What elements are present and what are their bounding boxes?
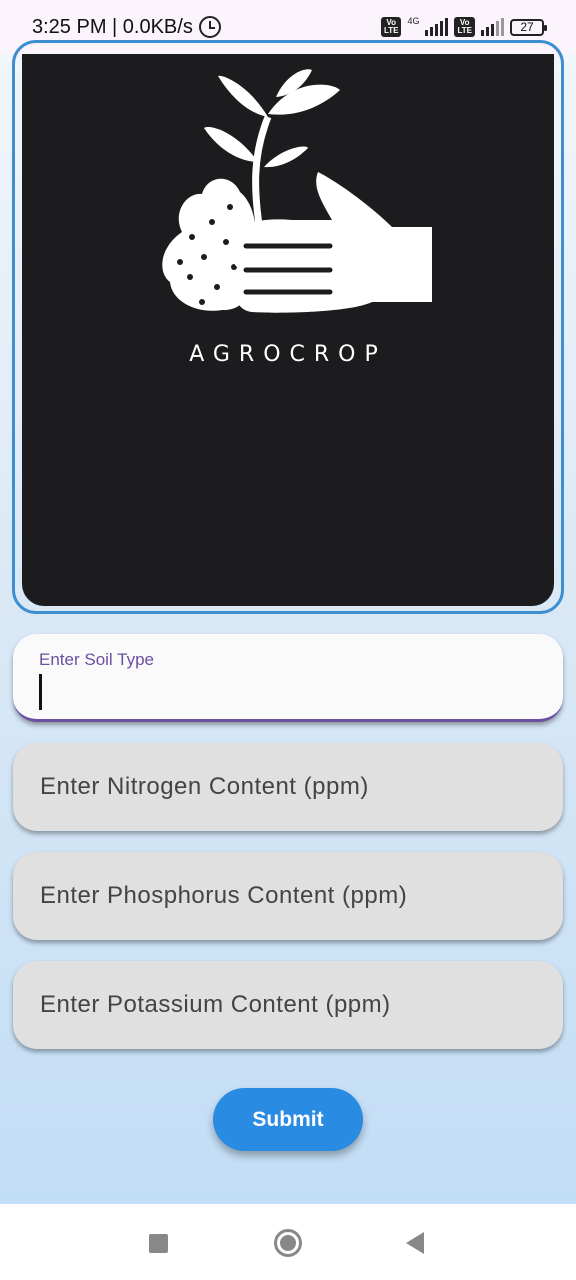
- home-icon: [274, 1229, 302, 1257]
- network-type: 4G: [407, 16, 420, 26]
- logo-card: AGROCROP: [22, 54, 554, 606]
- recent-apps-icon: [148, 1233, 168, 1253]
- alarm-icon: [198, 16, 221, 38]
- battery-icon: 27: [510, 18, 547, 36]
- hand-with-seedling-logo: [162, 69, 432, 313]
- status-right: Vo LTE 4G Vo LTE 27: [380, 16, 547, 37]
- status-left: 3:25 PM | 0.0KB/s: [32, 16, 221, 39]
- signal-icon: [481, 18, 504, 36]
- potassium-placeholder: Enter Potassium Content (ppm): [40, 991, 391, 1018]
- nitrogen-placeholder: Enter Nitrogen Content (ppm): [40, 773, 369, 800]
- text-cursor: [39, 674, 42, 710]
- signal-icon: [425, 18, 449, 36]
- soil-type-label: Enter Soil Type: [39, 650, 154, 669]
- recent-apps-button[interactable]: [141, 1226, 175, 1260]
- potassium-field[interactable]: Enter Potassium Content (ppm): [13, 961, 563, 1049]
- volte-icon: Vo LTE: [454, 17, 475, 37]
- nitrogen-field[interactable]: Enter Nitrogen Content (ppm): [13, 743, 563, 831]
- submit-button[interactable]: Submit: [213, 1088, 363, 1151]
- home-button[interactable]: [271, 1226, 305, 1260]
- navigation-bar: [0, 1204, 576, 1280]
- back-icon: [406, 1232, 424, 1254]
- volte-icon: Vo LTE: [380, 17, 402, 37]
- phosphorus-placeholder: Enter Phosphorus Content (ppm): [40, 882, 408, 909]
- phosphorus-field[interactable]: Enter Phosphorus Content (ppm): [13, 852, 563, 940]
- brand-name: AGROCROP: [189, 342, 387, 367]
- back-button[interactable]: [398, 1226, 432, 1260]
- soil-type-field[interactable]: Enter Soil Type: [13, 634, 563, 722]
- status-time: 3:25 PM | 0.0KB/s: [32, 15, 193, 38]
